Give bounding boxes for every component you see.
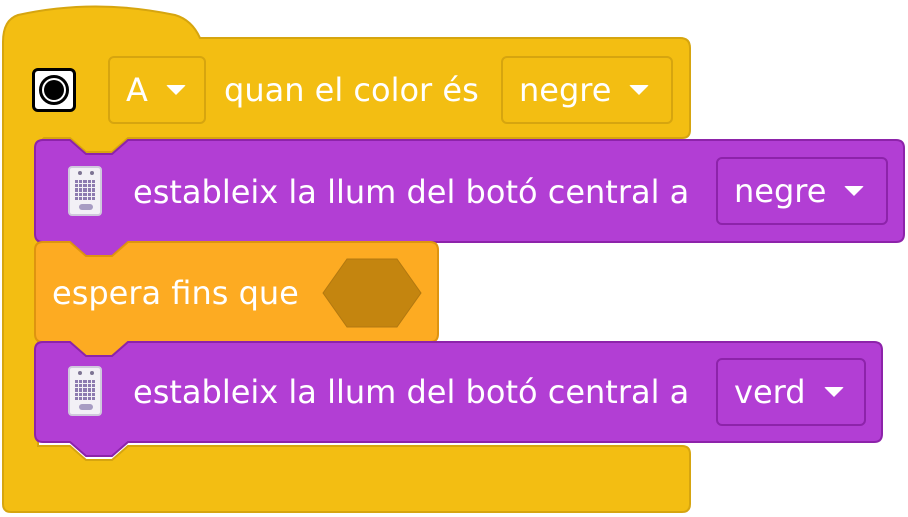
hub-icon [68, 366, 102, 416]
set-light-label-2: estableix la llum del botó central a [133, 373, 690, 411]
light-color-dropdown-1[interactable]: negre [716, 157, 888, 225]
light-color-dropdown-2[interactable]: verd [716, 358, 866, 426]
hat-block-label: quan el color és [224, 71, 479, 109]
chevron-down-icon [629, 85, 650, 95]
light-color-value-2: verd [734, 373, 806, 411]
color-sensor-icon [32, 68, 76, 112]
port-dropdown-value: A [126, 71, 148, 109]
set-light-label-1: estableix la llum del botó central a [133, 173, 690, 211]
color-dropdown-value: negre [519, 71, 612, 109]
wait-until-label: espera fins que [52, 274, 299, 312]
chevron-down-icon [844, 186, 865, 196]
chevron-down-icon [165, 85, 186, 95]
block-canvas: A quan el color és negre estableix la ll… [0, 0, 908, 517]
chevron-down-icon [823, 387, 844, 397]
light-color-value-1: negre [734, 172, 827, 210]
port-dropdown[interactable]: A [108, 56, 206, 124]
hub-icon [68, 166, 102, 216]
color-dropdown[interactable]: negre [501, 56, 673, 124]
